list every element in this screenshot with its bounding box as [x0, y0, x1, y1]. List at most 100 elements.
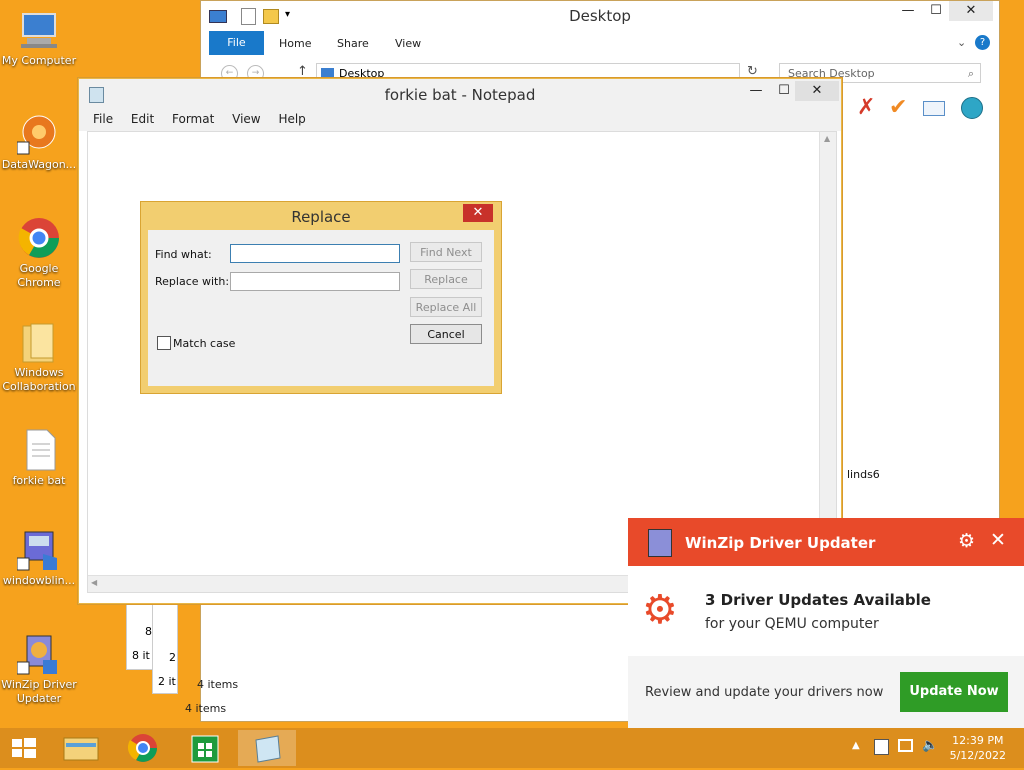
background-window-fragment[interactable]: 8 8 it [126, 600, 154, 670]
globe-icon[interactable] [961, 97, 983, 119]
menu-edit[interactable]: Edit [131, 109, 154, 129]
scroll-left-icon[interactable]: ◀ [91, 578, 97, 587]
chrome-icon [17, 216, 61, 260]
desktop-icon-winzip-driver-updater[interactable]: WinZip Driver Updater [0, 632, 78, 706]
desktop-icon-label: My Computer [1, 54, 77, 67]
inner-status: 4 items [197, 678, 239, 691]
network-icon[interactable] [898, 739, 913, 752]
winzip-subline: for your QEMU computer [705, 616, 879, 632]
winzip-icon [16, 632, 61, 676]
replace-all-button[interactable]: Replace All [410, 297, 482, 317]
fragment-text: 8 [145, 625, 152, 638]
driver-gear-icon: ⚙ [642, 587, 678, 633]
desktop-icon-label: forkie bat [12, 474, 66, 487]
desktop-icon-label: Windows Collaboration [2, 366, 76, 393]
clock-date: 5/12/2022 [949, 749, 1006, 762]
desktop-icon-forkie-bat[interactable]: forkie bat [0, 428, 78, 488]
fragment-status: 2 it [158, 675, 176, 688]
vertical-scrollbar[interactable]: ▲ [819, 132, 836, 576]
help-icon[interactable]: ? [975, 35, 990, 50]
desktop-icon-label: Google Chrome [17, 262, 61, 289]
scroll-up-icon[interactable]: ▲ [824, 134, 830, 143]
replace-with-label: Replace with: [155, 275, 230, 288]
desktop-location-icon [321, 68, 334, 78]
gear-icon[interactable]: ⚙ [958, 530, 975, 552]
background-window-fragment[interactable]: 2 2 it [152, 600, 178, 694]
status-bar-items: 4 items [185, 702, 227, 715]
winzip-header-title: WinZip Driver Updater [685, 534, 876, 552]
desktop-icon-windows-collaboration[interactable]: Windows Collaboration [0, 320, 78, 394]
winzip-notification[interactable]: WinZip Driver Updater ⚙ ✕ ⚙ 3 Driver Upd… [628, 518, 1024, 728]
installer-icon [16, 528, 61, 572]
cancel-button[interactable]: Cancel [410, 324, 482, 344]
minimize-button[interactable]: — [893, 1, 923, 21]
notepad-titlebar[interactable]: forkie bat - Notepad — ☐ ✕ [79, 79, 841, 109]
mail-icon[interactable] [923, 101, 945, 116]
chrome-icon [127, 734, 157, 762]
menu-view[interactable]: View [232, 109, 260, 129]
file-name-linds6[interactable]: linds6 [847, 468, 880, 481]
taskbar-clock[interactable]: 12:39 PM 5/12/2022 [950, 733, 1006, 763]
close-icon: ✕ [472, 205, 484, 220]
refresh-icon[interactable]: ↻ [747, 64, 758, 79]
folder-icon [63, 737, 99, 761]
folder-icon [17, 320, 61, 364]
start-button[interactable] [0, 730, 48, 766]
taskbar-notepad[interactable] [238, 730, 296, 766]
tab-share[interactable]: Share [337, 31, 369, 55]
taskbar-store[interactable] [176, 730, 234, 766]
find-what-input[interactable] [230, 244, 400, 263]
winzip-prompt: Review and update your drivers now [645, 685, 884, 700]
explorer-ribbon: File Home Share View ⌄ ? [209, 31, 999, 55]
store-icon [191, 735, 219, 763]
close-button[interactable]: ✕ [795, 81, 839, 101]
replace-body: Find what: Replace with: Find Next Repla… [148, 230, 494, 386]
update-now-button[interactable]: Update Now [900, 672, 1008, 712]
winzip-headline: 3 Driver Updates Available [705, 591, 931, 609]
tab-file[interactable]: File [209, 31, 264, 55]
fragment-status: 8 it [132, 649, 150, 662]
winzip-logo-icon [648, 529, 672, 557]
desktop-icon-label: WinZip Driver Updater [1, 678, 77, 705]
find-what-label: Find what: [155, 248, 212, 261]
replace-with-input[interactable] [230, 272, 400, 291]
desktop-icon-datawagon[interactable]: DataWagon... [0, 112, 78, 172]
taskbar-file-explorer[interactable] [52, 730, 110, 766]
replace-button[interactable]: Replace [410, 269, 482, 289]
find-next-button[interactable]: Find Next [410, 242, 482, 262]
menu-file[interactable]: File [93, 109, 113, 129]
tab-home[interactable]: Home [279, 31, 311, 55]
notepad-title: forkie bat - Notepad [384, 86, 536, 104]
minimize-button[interactable]: — [741, 81, 771, 101]
close-button[interactable]: ✕ [949, 1, 993, 21]
tab-view[interactable]: View [395, 31, 421, 55]
taskbar-chrome[interactable] [114, 730, 172, 766]
checkmark-icon[interactable]: ✔ [889, 95, 907, 120]
replace-close-button[interactable]: ✕ [463, 204, 493, 222]
replace-titlebar[interactable]: Replace ✕ [141, 202, 501, 230]
replace-title: Replace [291, 208, 351, 226]
desktop-icon-my-computer[interactable]: My Computer [0, 8, 78, 68]
match-case-label[interactable]: Match case [173, 337, 235, 350]
notepad-icon [255, 735, 281, 763]
datawagon-icon [16, 112, 61, 156]
menu-format[interactable]: Format [172, 109, 214, 129]
desktop-icon-windowblinds[interactable]: windowblin... [0, 528, 78, 588]
winzip-header: WinZip Driver Updater ⚙ ✕ [628, 518, 1024, 566]
match-case-checkbox[interactable] [157, 336, 171, 350]
explorer-titlebar[interactable]: ▾ Desktop — ☐ ✕ [201, 1, 999, 31]
delete-icon[interactable]: ✗ [857, 95, 875, 120]
replace-dialog[interactable]: Replace ✕ Find what: Replace with: Find … [140, 201, 502, 394]
tray-expand-icon[interactable]: ▲ [852, 740, 860, 751]
computer-icon [17, 8, 61, 52]
desktop-icon-google-chrome[interactable]: Google Chrome [0, 216, 78, 290]
close-icon[interactable]: ✕ [990, 529, 1006, 551]
ribbon-expand-icon[interactable]: ⌄ [957, 36, 966, 49]
up-icon[interactable]: ↑ [297, 64, 308, 79]
explorer-title: Desktop [569, 7, 631, 25]
volume-icon[interactable]: 🔈 [922, 738, 938, 753]
maximize-button[interactable]: ☐ [921, 1, 951, 21]
text-file-icon [17, 428, 61, 472]
action-center-icon[interactable] [874, 739, 889, 755]
menu-help[interactable]: Help [278, 109, 305, 129]
